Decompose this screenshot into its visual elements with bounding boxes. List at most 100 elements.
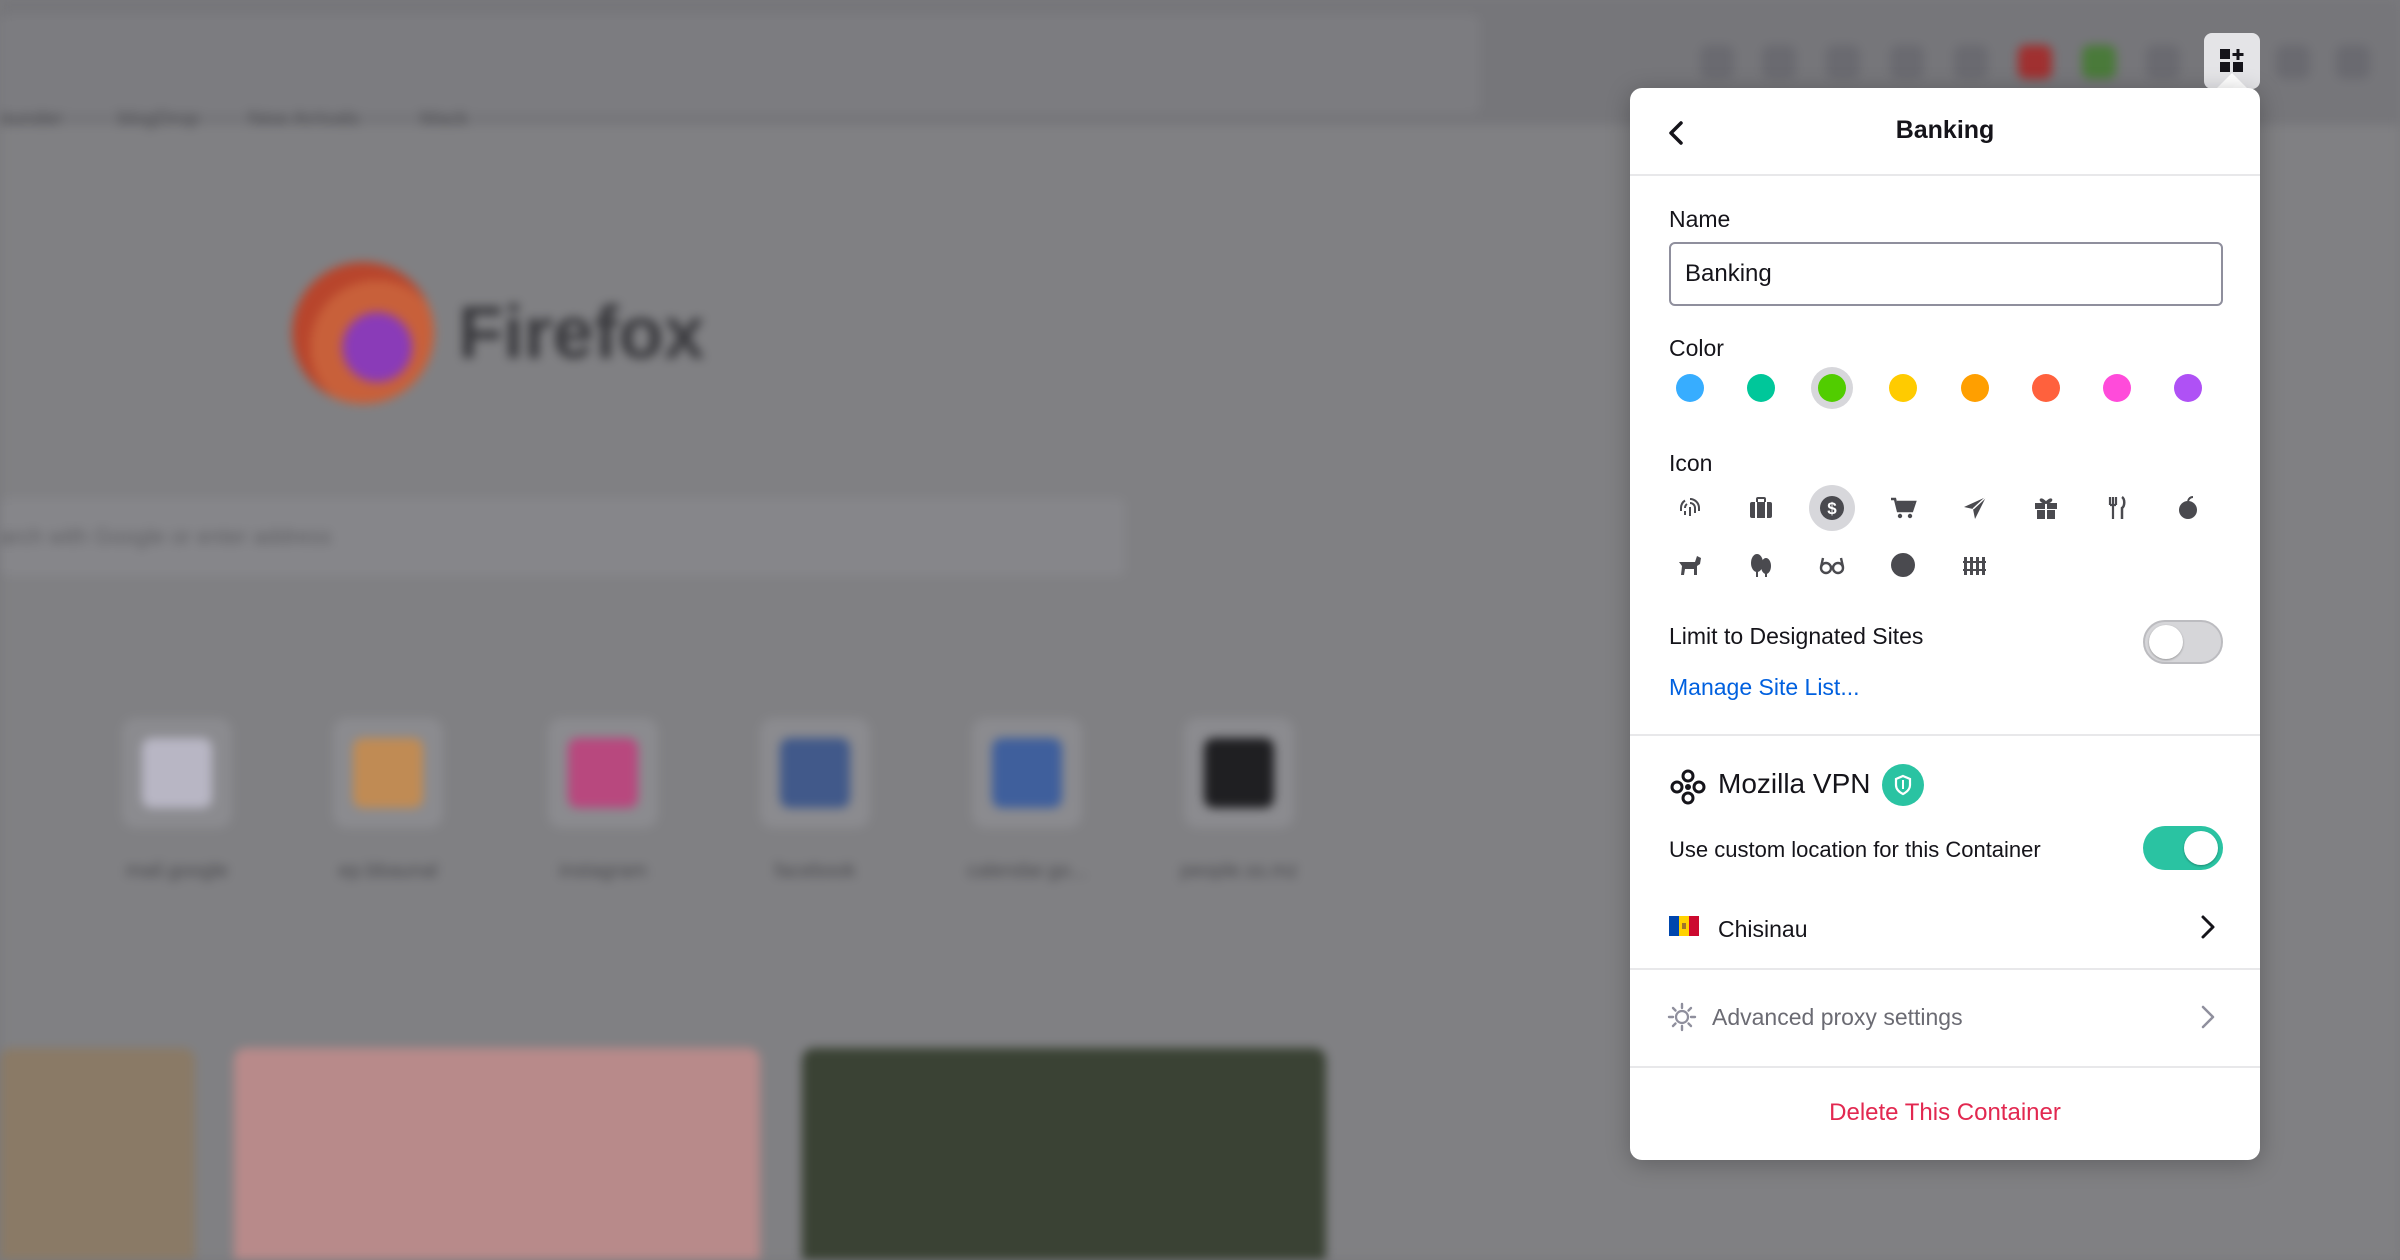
apple-icon	[2179, 496, 2197, 519]
fence-icon	[1963, 557, 1986, 575]
divider	[1630, 1066, 2260, 1068]
toolbar-icon	[1762, 45, 1796, 79]
gift-icon	[2035, 498, 2057, 519]
color-swatch-purple[interactable]	[2167, 367, 2209, 409]
bookmark: blogDrop	[118, 108, 200, 130]
color-fill	[2103, 374, 2131, 402]
icon-option-dollar[interactable]: $	[1809, 485, 1855, 531]
icon-option-cart[interactable]	[1880, 485, 1926, 531]
icon-option-circle[interactable]	[1880, 542, 1926, 588]
panel-header: Banking	[1630, 88, 2260, 176]
toolbar-icon	[1954, 45, 1988, 79]
custom-location-label: Use custom location for this Container	[1669, 837, 2041, 862]
icon-option-gift[interactable]	[2023, 485, 2069, 531]
story-card	[0, 1048, 195, 1260]
top-site-label: calendar.go...	[966, 860, 1088, 882]
toolbar-icon	[2276, 45, 2310, 79]
toggle-knob	[2149, 625, 2183, 659]
color-fill	[2174, 374, 2202, 402]
icon-label: Icon	[1669, 450, 1713, 476]
gear-icon	[1667, 1002, 1697, 1032]
icon-option-fence[interactable]	[1952, 542, 1998, 588]
containers-icon	[2220, 49, 2244, 72]
container-name-input[interactable]	[1669, 242, 2223, 306]
top-site-label: ep.bbaunal	[338, 860, 438, 882]
toolbar-icon	[2082, 45, 2116, 79]
color-swatch-pink[interactable]	[2096, 367, 2138, 409]
toolbar-icon	[1826, 45, 1860, 79]
fingerprint-icon	[1679, 498, 1700, 516]
toolbar-icon	[1890, 45, 1924, 79]
manage-site-list-link[interactable]: Manage Site List...	[1669, 674, 1860, 701]
top-site-label: people.ss.mz	[1180, 860, 1298, 882]
top-site-tile	[333, 718, 443, 828]
toolbar-icon	[1700, 45, 1734, 79]
moldova-flag-icon	[1669, 916, 1699, 936]
shield-icon	[1894, 774, 1912, 796]
toolbar-icon	[2146, 45, 2180, 79]
top-site-tile	[548, 718, 658, 828]
color-swatch-yellow[interactable]	[1882, 367, 1924, 409]
tree-icon	[1751, 554, 1771, 577]
icon-option-pet[interactable]	[1667, 542, 1713, 588]
chevron-right-icon	[2201, 915, 2215, 939]
name-label: Name	[1669, 206, 1731, 232]
advanced-proxy-row[interactable]: Advanced proxy settings	[1630, 970, 2260, 1064]
cart-icon	[1891, 497, 1917, 519]
toolbar-icon	[2018, 45, 2052, 79]
airplane-icon	[1964, 496, 1987, 519]
bookmark: ounder	[0, 108, 63, 130]
top-site-tile	[1184, 718, 1294, 828]
delete-container-button[interactable]: Delete This Container	[1630, 1099, 2260, 1127]
mozilla-vpn-logo-icon	[1670, 769, 1706, 805]
limit-sites-label: Limit to Designated Sites	[1669, 623, 1924, 649]
icon-option-briefcase[interactable]	[1738, 485, 1784, 531]
toggle-knob	[2184, 831, 2218, 865]
bookmark: New Arrivals	[248, 108, 360, 130]
story-card	[802, 1048, 1326, 1260]
vpn-title: Mozilla VPN	[1718, 768, 1871, 799]
top-site-tile	[760, 718, 870, 828]
fork-knife-icon	[2108, 495, 2126, 519]
icon-option-chill[interactable]	[1809, 542, 1855, 588]
firefox-logo-icon	[292, 262, 434, 404]
color-swatch-blue[interactable]	[1669, 367, 1711, 409]
brand-wordmark: Firefox	[458, 291, 705, 374]
icon-option-tree[interactable]	[1738, 542, 1784, 588]
panel-title: Banking	[1895, 116, 1995, 144]
color-label: Color	[1669, 335, 1724, 361]
color-fill	[1961, 374, 1989, 402]
newtab-search: arch with Google or enter address	[0, 498, 1125, 576]
container-edit-panel: Banking Name Color Icon $	[1630, 88, 2260, 1160]
divider	[1630, 734, 2260, 736]
advanced-proxy-label: Advanced proxy settings	[1712, 1004, 1963, 1030]
circle-icon	[1891, 553, 1915, 577]
dog-icon	[1679, 556, 1701, 575]
top-site-tile	[972, 718, 1082, 828]
briefcase-icon	[1750, 497, 1772, 518]
color-fill	[2032, 374, 2060, 402]
icon-option-food[interactable]	[2094, 485, 2140, 531]
color-swatch-turquoise[interactable]	[1740, 367, 1782, 409]
top-site-tile	[122, 718, 232, 828]
limit-sites-toggle[interactable]	[2143, 620, 2223, 664]
icon-option-vacation[interactable]	[1952, 485, 1998, 531]
bookmark: Mack	[420, 108, 468, 130]
location-name: Chisinau	[1718, 916, 1808, 942]
icon-option-fruit[interactable]	[2165, 485, 2211, 531]
color-swatch-green[interactable]	[1811, 367, 1853, 409]
dollar-icon: $	[1820, 496, 1844, 520]
chevron-right-icon	[2201, 1005, 2215, 1029]
vpn-shield-badge	[1882, 764, 1924, 806]
top-site-label: facebook	[774, 860, 856, 882]
color-swatch-orange[interactable]	[1954, 367, 1996, 409]
top-site-label: instagram	[559, 860, 647, 882]
color-swatch-red[interactable]	[2025, 367, 2067, 409]
top-site-label: mail.google	[125, 860, 229, 882]
location-row[interactable]: Chisinau	[1630, 888, 2260, 964]
icon-option-fingerprint[interactable]	[1667, 485, 1713, 531]
color-fill	[1818, 374, 1846, 402]
custom-location-toggle[interactable]	[2143, 826, 2223, 870]
svg-text:$: $	[1827, 499, 1837, 518]
color-fill	[1747, 374, 1775, 402]
